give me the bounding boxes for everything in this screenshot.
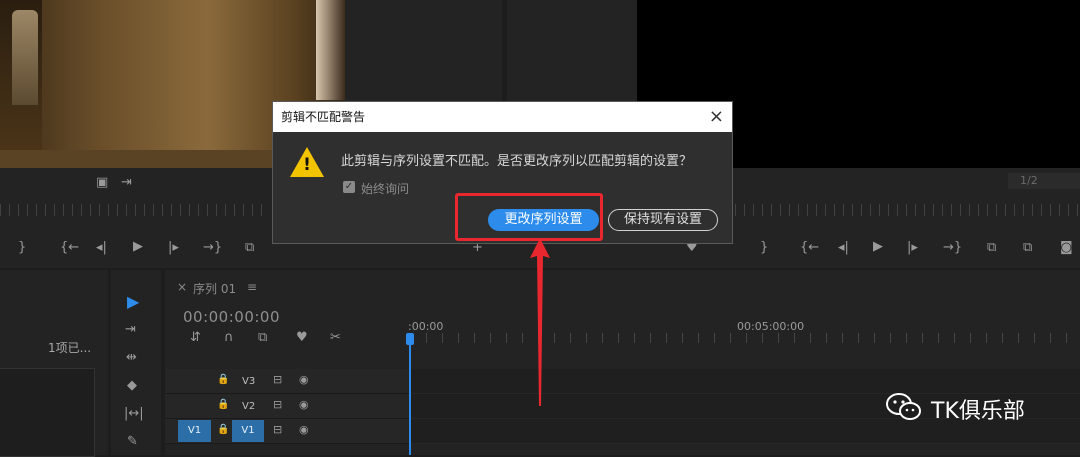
slip-tool-icon[interactable]: |↔|: [124, 406, 144, 421]
pen-tool-icon[interactable]: ✎: [127, 434, 138, 449]
ruler-start-label: :00:00: [408, 320, 444, 333]
track-lane-v3[interactable]: [411, 369, 1080, 394]
program-mark-out-icon[interactable]: }: [760, 240, 768, 255]
linked-selection-icon[interactable]: ⧉: [258, 330, 267, 345]
mark-out-icon[interactable]: }: [18, 240, 26, 255]
nest-icon[interactable]: ⇵: [190, 330, 201, 345]
lock-icon[interactable]: 🔒: [217, 399, 229, 410]
timeline-tab-menu-icon[interactable]: ≡: [247, 280, 257, 294]
selection-tool-icon[interactable]: ▶: [127, 292, 139, 311]
go-to-in-icon[interactable]: {←: [60, 240, 79, 255]
export-frame-icon[interactable]: ▣: [96, 175, 108, 190]
add-marker-icon[interactable]: ♥: [296, 330, 308, 345]
warning-mark: !: [303, 155, 311, 175]
play-icon[interactable]: ▶: [133, 239, 143, 254]
track-name-v3: V3: [242, 376, 256, 387]
keep-existing-settings-button[interactable]: 保持现有设置: [608, 209, 718, 231]
track-header-v3[interactable]: [165, 369, 410, 394]
program-play-icon[interactable]: ▶: [873, 239, 883, 254]
eye-icon[interactable]: ◉: [299, 423, 309, 436]
project-items-label: 1项已...: [48, 341, 92, 355]
step-forward-icon[interactable]: |▸: [168, 240, 179, 255]
close-icon[interactable]: ×: [709, 106, 724, 128]
annotation-highlight-box: [455, 193, 603, 241]
video-statue: [12, 10, 38, 105]
camera-icon[interactable]: ◙: [1060, 240, 1073, 255]
sync-lock-icon[interactable]: ⊟: [273, 398, 282, 411]
lock-icon[interactable]: 🔒: [217, 374, 229, 385]
timeline-tab-close-icon[interactable]: ×: [177, 280, 187, 294]
video-figure: [316, 0, 345, 100]
ruler-mid-label: 00:05:00:00: [737, 320, 805, 333]
project-panel: [0, 270, 108, 457]
program-ruler[interactable]: [735, 204, 1080, 216]
sync-lock-icon[interactable]: ⊟: [273, 373, 282, 386]
source-patch-v1[interactable]: V1: [178, 420, 211, 442]
program-go-to-in-icon[interactable]: {←: [800, 240, 819, 255]
track-select-tool-icon[interactable]: ⇥: [125, 322, 136, 337]
sync-lock-icon[interactable]: ⊟: [273, 423, 282, 436]
track-name-v2: V2: [242, 401, 256, 412]
page-indicator: 1/2: [1008, 173, 1080, 189]
source-ruler[interactable]: [0, 204, 270, 216]
lift-icon[interactable]: ⧉: [987, 240, 996, 255]
snap-icon[interactable]: ∩: [224, 330, 234, 345]
always-ask-label[interactable]: 始终询问: [361, 180, 409, 197]
playhead-line[interactable]: [409, 335, 411, 455]
always-ask-checkbox[interactable]: ✓: [343, 181, 355, 193]
lock-icon[interactable]: 🔒: [217, 424, 229, 435]
eye-icon[interactable]: ◉: [299, 373, 309, 386]
wechat-icon: [886, 393, 921, 420]
ripple-edit-tool-icon[interactable]: ⇹: [126, 350, 137, 365]
timeline-ruler[interactable]: [410, 333, 1080, 343]
dialog-title: 剪辑不匹配警告: [281, 110, 366, 124]
insert-clip-icon[interactable]: ⧉: [245, 240, 254, 255]
wrench-icon[interactable]: ✂: [330, 330, 341, 345]
playhead-handle[interactable]: [406, 333, 414, 345]
step-back-icon[interactable]: ◂|: [96, 240, 107, 255]
insert-icon[interactable]: ⇥: [121, 175, 132, 190]
go-to-out-icon[interactable]: →}: [203, 240, 222, 255]
program-step-back-icon[interactable]: ◂|: [838, 240, 849, 255]
timeline-tab-label[interactable]: 序列 01: [193, 280, 236, 297]
dialog-message: 此剪辑与序列设置不匹配。是否更改序列以匹配剪辑的设置？: [341, 154, 693, 169]
eye-icon[interactable]: ◉: [299, 398, 309, 411]
watermark-text: TK俱乐部: [931, 399, 1025, 424]
track-header-v2[interactable]: [165, 394, 410, 419]
razor-tool-icon[interactable]: ◆: [127, 378, 137, 393]
dialog-title-bar: 剪辑不匹配警告 ×: [273, 102, 732, 132]
annotation-arrow: [530, 238, 550, 406]
extract-icon[interactable]: ⧉: [1023, 240, 1032, 255]
program-go-to-out-icon[interactable]: →}: [943, 240, 962, 255]
project-bin-area: [0, 368, 95, 457]
timeline-timecode[interactable]: 00:00:00:00: [183, 308, 280, 326]
track-name-v1[interactable]: V1: [232, 420, 264, 442]
program-step-forward-icon[interactable]: |▸: [907, 240, 918, 255]
